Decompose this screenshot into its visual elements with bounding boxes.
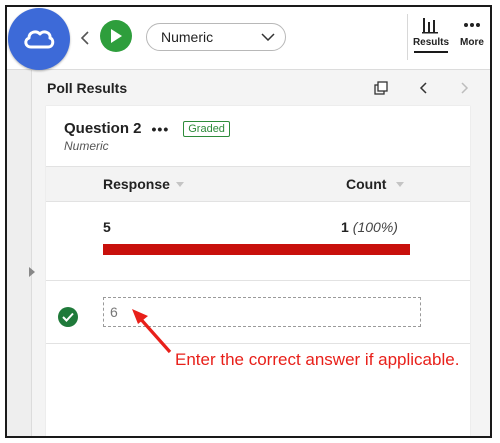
results-active-indicator bbox=[414, 51, 448, 53]
check-circle-icon bbox=[58, 307, 78, 327]
poll-results-header: Poll Results bbox=[33, 71, 490, 105]
more-dots-icon bbox=[464, 23, 480, 27]
collapse-chevron-icon[interactable] bbox=[77, 26, 93, 50]
popout-icon[interactable] bbox=[370, 77, 392, 99]
count-column-label: Count bbox=[346, 176, 387, 192]
response-value: 5 bbox=[103, 219, 111, 235]
question-type-value: Numeric bbox=[161, 29, 214, 45]
expand-triangle-icon[interactable] bbox=[29, 264, 35, 282]
more-button[interactable]: More bbox=[454, 16, 490, 64]
results-table-header: Response Count bbox=[46, 166, 470, 202]
question-options-icon[interactable]: ••• bbox=[152, 121, 170, 137]
question-card: Question 2 ••• Graded Numeric Response C… bbox=[46, 106, 470, 436]
poll-results-title: Poll Results bbox=[47, 80, 128, 96]
more-label: More bbox=[460, 37, 484, 48]
count-percent: (100%) bbox=[352, 219, 398, 235]
response-column-header[interactable]: Response bbox=[103, 176, 184, 192]
table-row: 5 1 (100%) bbox=[46, 200, 470, 281]
response-bar-fill bbox=[103, 244, 410, 255]
correct-answer-row bbox=[46, 281, 470, 344]
question-header: Question 2 ••• Graded Numeric bbox=[64, 120, 470, 153]
toolbar-divider bbox=[407, 14, 408, 60]
question-type-label: Numeric bbox=[64, 139, 109, 153]
count-value: 1 bbox=[341, 219, 349, 235]
callout-instruction: Enter the correct answer if applicable. bbox=[175, 350, 460, 369]
chevron-down-icon bbox=[261, 33, 275, 41]
previous-arrow-icon[interactable] bbox=[412, 77, 434, 99]
results-label: Results bbox=[412, 37, 450, 48]
sort-caret-icon bbox=[396, 181, 405, 187]
results-button[interactable]: Results bbox=[410, 16, 452, 64]
question-title: Question 2 bbox=[64, 120, 142, 137]
side-panel-strip[interactable] bbox=[7, 70, 32, 436]
callout-arrow-icon bbox=[132, 309, 172, 354]
response-column-label: Response bbox=[103, 176, 170, 192]
response-count: 1 (100%) bbox=[341, 219, 398, 235]
graded-badge: Graded bbox=[183, 120, 230, 137]
play-button[interactable] bbox=[100, 20, 132, 52]
response-bar-track bbox=[103, 244, 410, 255]
cloud-logo-icon[interactable] bbox=[8, 8, 70, 70]
sort-caret-icon bbox=[175, 181, 184, 187]
question-type-select[interactable]: Numeric bbox=[146, 23, 286, 51]
bar-chart-icon bbox=[422, 18, 438, 34]
next-arrow-icon[interactable] bbox=[454, 77, 476, 99]
count-column-header[interactable]: Count bbox=[346, 176, 405, 192]
play-icon bbox=[111, 29, 122, 43]
